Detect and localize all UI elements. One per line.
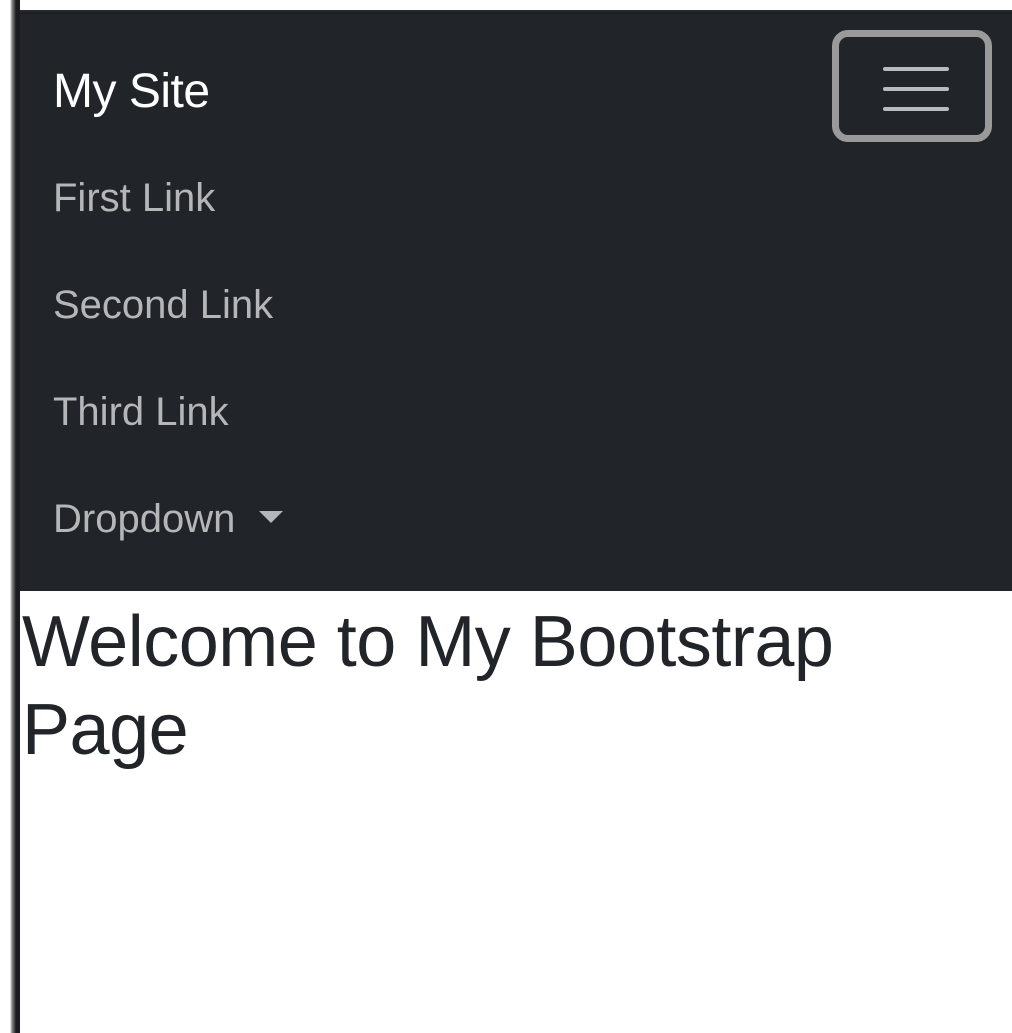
window-edge-left <box>0 0 20 1033</box>
nav-link-first[interactable]: First Link <box>53 174 215 222</box>
nav-link-third[interactable]: Third Link <box>53 388 229 436</box>
caret-down-icon <box>259 511 284 524</box>
window-edge-top <box>0 0 1012 14</box>
nav-dropdown-toggle[interactable]: Dropdown <box>53 495 284 543</box>
navbar-toggler-button[interactable] <box>832 30 992 142</box>
nav-dropdown-label: Dropdown <box>53 497 236 541</box>
browser-viewport: My Site First Link Second Link Third Lin… <box>0 0 1012 1033</box>
page-title: Welcome to My Bootstrap Page <box>22 602 834 770</box>
hamburger-menu-icon <box>883 67 949 111</box>
nav-link-second[interactable]: Second Link <box>53 281 273 329</box>
navbar: My Site First Link Second Link Third Lin… <box>20 14 1012 591</box>
navbar-brand[interactable]: My Site <box>53 64 210 120</box>
